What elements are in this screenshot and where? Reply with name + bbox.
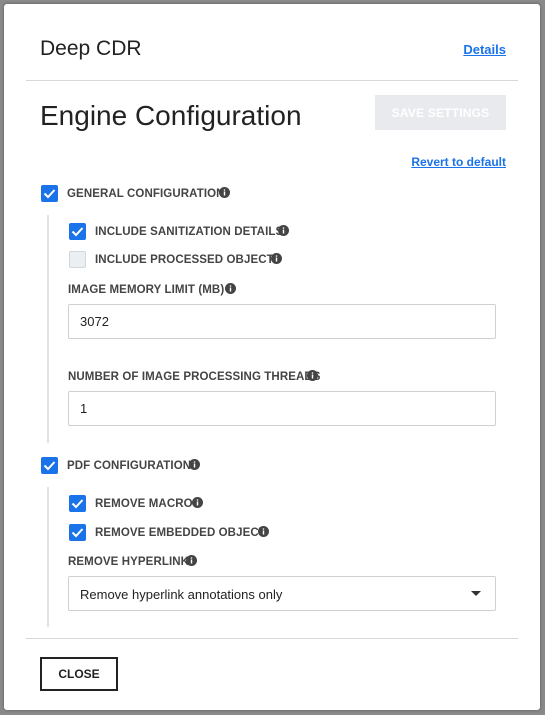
image-processing-threads-label: NUMBER OF IMAGE PROCESSING THREADS: [68, 371, 321, 383]
info-icon[interactable]: [192, 497, 203, 508]
remove-embedded-object-label: REMOVE EMBEDDED OBJECT: [95, 527, 266, 539]
include-processed-objects-label: INCLUDE PROCESSED OBJECTS: [95, 254, 282, 266]
remove-macro-checkbox[interactable]: [69, 495, 86, 512]
deep-cdr-modal: Deep CDR Details Engine Configuration SA…: [4, 4, 540, 710]
remove-hyperlink-select[interactable]: Remove hyperlink annotations only: [68, 576, 496, 611]
pdf-section-rule: [47, 487, 49, 627]
info-icon[interactable]: [189, 459, 200, 470]
save-settings-button[interactable]: SAVE SETTINGS: [375, 95, 506, 130]
remove-hyperlink-label: REMOVE HYPERLINK: [68, 556, 190, 568]
checkmark-icon: [71, 499, 84, 509]
info-icon[interactable]: [258, 526, 269, 537]
close-button[interactable]: CLOSE: [40, 657, 118, 691]
info-icon[interactable]: [278, 225, 289, 236]
revert-to-default-link[interactable]: Revert to default: [411, 155, 506, 169]
page-title: Engine Configuration: [40, 100, 302, 131]
remove-embedded-object-checkbox[interactable]: [69, 524, 86, 541]
remove-macro-label: REMOVE MACRO: [95, 498, 193, 510]
checkmark-icon: [43, 461, 56, 471]
include-sanitization-details-checkbox[interactable]: [69, 223, 86, 240]
checkmark-icon: [71, 528, 84, 538]
remove-hyperlink-selected-value: Remove hyperlink annotations only: [80, 587, 283, 602]
general-section-rule: [47, 215, 49, 443]
info-icon[interactable]: [307, 370, 318, 381]
general-configuration-label: GENERAL CONFIGURATION: [67, 188, 225, 200]
footer-divider: [26, 638, 518, 639]
engine-configuration-panel: Engine Configuration SAVE SETTINGS Rever…: [4, 81, 540, 638]
general-configuration-checkbox[interactable]: [41, 185, 58, 202]
include-sanitization-details-label: INCLUDE SANITIZATION DETAILS: [95, 226, 284, 238]
image-processing-threads-input[interactable]: [68, 391, 496, 426]
info-icon[interactable]: [271, 253, 282, 264]
checkmark-icon: [71, 227, 84, 237]
info-icon[interactable]: [219, 187, 230, 198]
image-memory-limit-input[interactable]: [68, 304, 496, 339]
modal-header: Deep CDR Details: [4, 4, 540, 84]
pdf-configuration-checkbox[interactable]: [41, 457, 58, 474]
details-link[interactable]: Details: [463, 42, 506, 57]
include-processed-objects-checkbox[interactable]: [69, 251, 86, 268]
modal-title: Deep CDR: [40, 37, 142, 60]
image-memory-limit-label: IMAGE MEMORY LIMIT (MB): [68, 284, 225, 296]
info-icon[interactable]: [225, 283, 236, 294]
info-icon[interactable]: [186, 555, 197, 566]
pdf-configuration-label: PDF CONFIGURATION: [67, 460, 192, 472]
chevron-down-icon: [471, 591, 481, 596]
checkmark-icon: [43, 189, 56, 199]
